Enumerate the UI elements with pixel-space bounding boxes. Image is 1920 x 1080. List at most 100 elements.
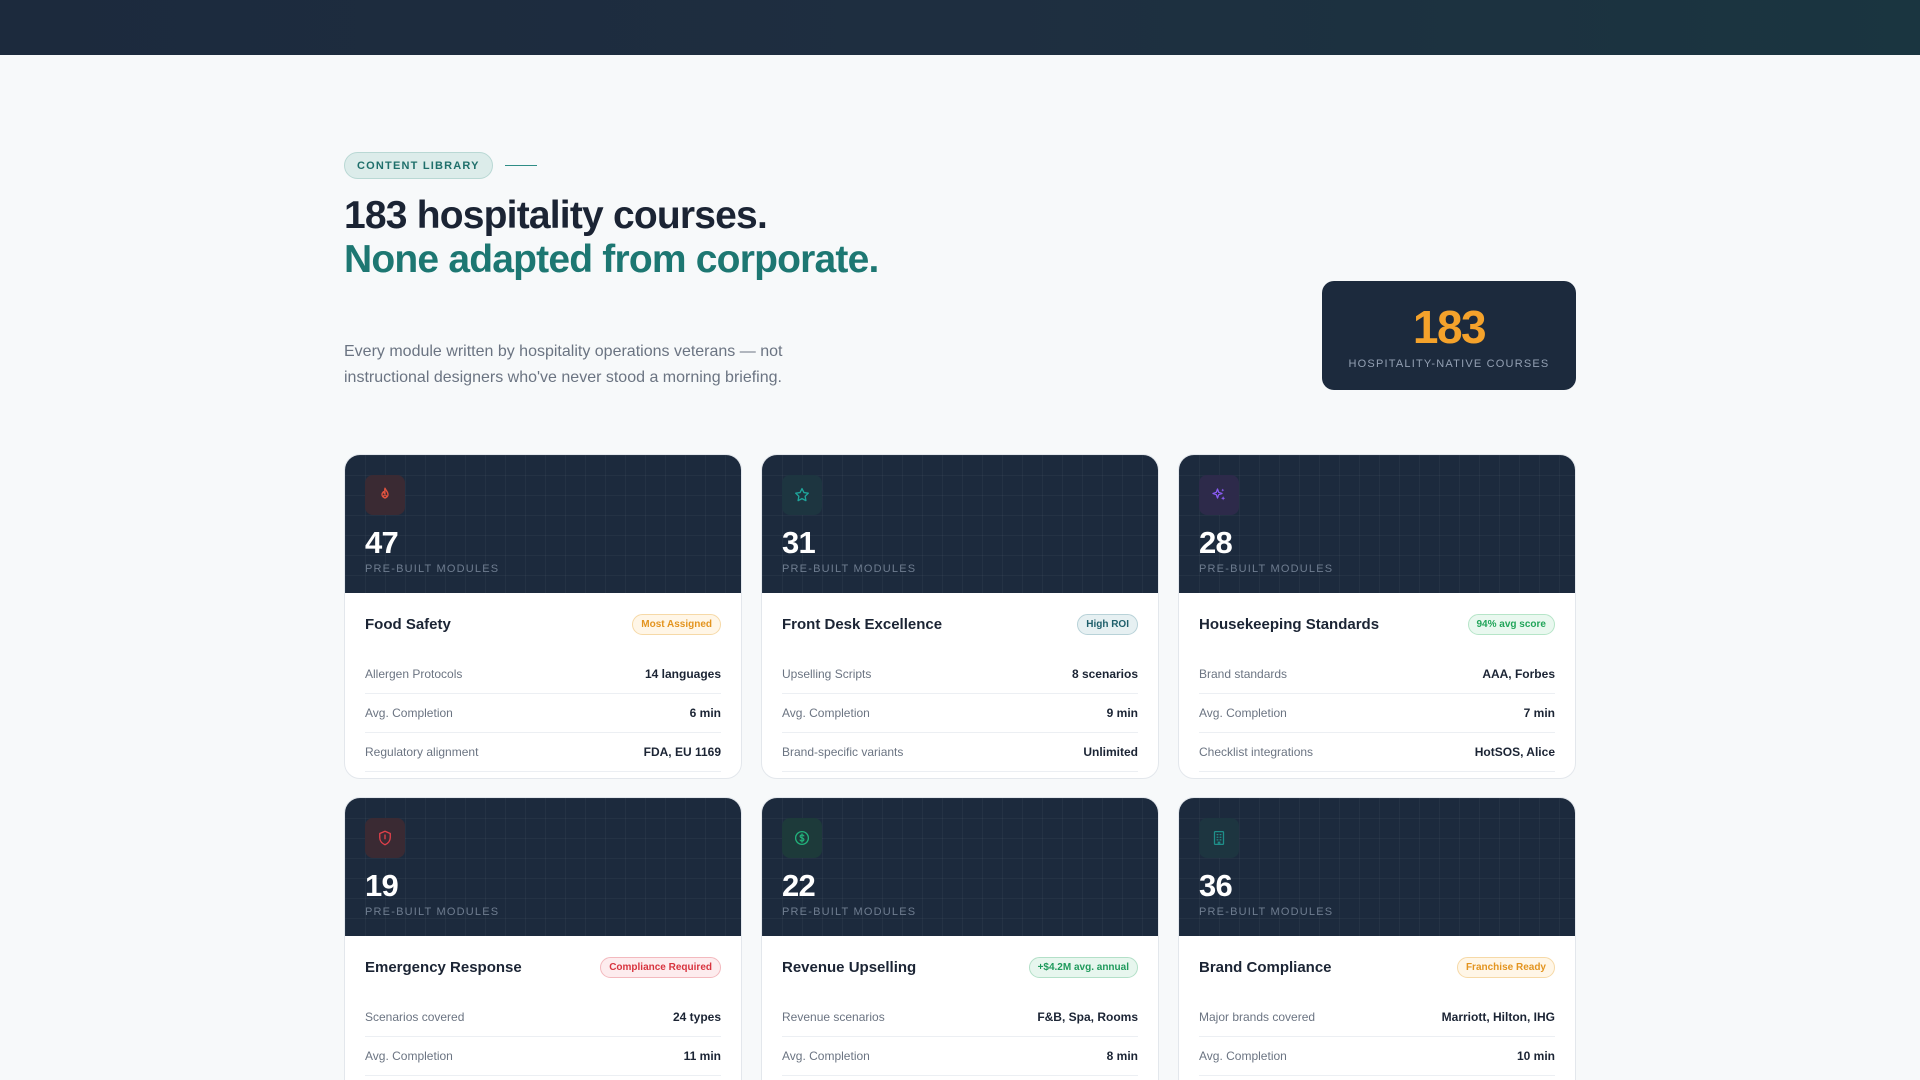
card-body: Revenue Upselling +$4.2M avg. annual Rev…: [762, 936, 1158, 1076]
card-body: Emergency Response Compliance Required S…: [345, 936, 741, 1076]
module-count: 22: [782, 868, 816, 903]
card-badge: Most Assigned: [632, 613, 721, 635]
card-title: Front Desk Excellence: [782, 615, 943, 633]
detail-label: Avg. Completion: [782, 706, 870, 720]
card-title: Brand Compliance: [1199, 958, 1332, 976]
module-count-label: PRE-BUILT MODULES: [782, 563, 917, 575]
detail-value: 11 min: [683, 1049, 721, 1063]
detail-value: 7 min: [1523, 706, 1555, 720]
detail-label: Avg. Completion: [1199, 1049, 1287, 1063]
card-header: 36 PRE-BUILT MODULES: [1179, 798, 1575, 936]
card-badge: 94% avg score: [1467, 613, 1555, 635]
module-count: 31: [782, 525, 816, 560]
detail-label: Brand standards: [1199, 667, 1288, 681]
card-detail-row: Brand-specific variants Unlimited: [782, 733, 1138, 772]
card-title: Food Safety: [365, 615, 451, 633]
course-card-front-desk-excellence[interactable]: 31 PRE-BUILT MODULES Front Desk Excellen…: [761, 454, 1159, 779]
module-count: 19: [365, 868, 399, 903]
card-badge: +$4.2M avg. annual: [1028, 956, 1138, 978]
card-header: 19 PRE-BUILT MODULES: [345, 798, 741, 936]
card-title: Revenue Upselling: [782, 958, 917, 976]
card-badge: Franchise Ready: [1456, 956, 1555, 978]
icon-tile: [365, 475, 405, 515]
course-card-housekeeping-standards[interactable]: 28 PRE-BUILT MODULES Housekeeping Standa…: [1178, 454, 1576, 779]
card-title-row: Brand Compliance Franchise Ready: [1199, 936, 1555, 998]
detail-label: Checklist integrations: [1199, 745, 1314, 759]
card-header: 47 PRE-BUILT MODULES: [345, 455, 741, 593]
detail-value: Unlimited: [1083, 745, 1138, 759]
stat-value: 183: [1412, 300, 1487, 353]
course-card-brand-compliance[interactable]: 36 PRE-BUILT MODULES Brand Compliance Fr…: [1178, 797, 1576, 1080]
course-card-revenue-upselling[interactable]: 22 PRE-BUILT MODULES Revenue Upselling +…: [761, 797, 1159, 1080]
course-category-grid: 47 PRE-BUILT MODULES Food Safety Most As…: [344, 454, 1576, 1080]
detail-label: Upselling Scripts: [782, 667, 872, 681]
detail-value: 14 languages: [644, 667, 721, 681]
icon-tile: [365, 818, 405, 858]
course-card-food-safety[interactable]: 47 PRE-BUILT MODULES Food Safety Most As…: [344, 454, 742, 779]
card-detail-row: Revenue scenarios F&B, Spa, Rooms: [782, 998, 1138, 1037]
card-body: Housekeeping Standards 94% avg score Bra…: [1179, 593, 1575, 772]
detail-label: Allergen Protocols: [365, 667, 463, 681]
card-header: 28 PRE-BUILT MODULES: [1179, 455, 1575, 593]
card-detail-row: Avg. Completion 8 min: [782, 1037, 1138, 1076]
module-count-label: PRE-BUILT MODULES: [365, 906, 500, 918]
dollar-icon: [794, 830, 810, 846]
detail-label: Brand-specific variants: [782, 745, 904, 759]
detail-label: Regulatory alignment: [365, 745, 479, 759]
module-count-label: PRE-BUILT MODULES: [1199, 563, 1334, 575]
module-count-label: PRE-BUILT MODULES: [365, 563, 500, 575]
course-card-emergency-response[interactable]: 19 PRE-BUILT MODULES Emergency Response …: [344, 797, 742, 1080]
detail-value: HotSOS, Alice: [1474, 745, 1555, 759]
card-body: Brand Compliance Franchise Ready Major b…: [1179, 936, 1575, 1076]
total-courses-stat: 183 HOSPITALITY-NATIVE COURSES: [1322, 281, 1576, 390]
card-detail-row: Allergen Protocols 14 languages: [365, 655, 721, 694]
card-detail-row: Avg. Completion 6 min: [365, 694, 721, 733]
module-count-label: PRE-BUILT MODULES: [782, 906, 917, 918]
shield-icon: [379, 830, 391, 846]
detail-label: Avg. Completion: [365, 706, 453, 720]
detail-value: F&B, Spa, Rooms: [1037, 1010, 1138, 1024]
card-detail-row: Avg. Completion 7 min: [1199, 694, 1555, 733]
detail-label: Scenarios covered: [365, 1010, 465, 1024]
module-count: 28: [1199, 525, 1233, 560]
section-eyebrow: CONTENT LIBRARY: [344, 152, 537, 179]
card-title-row: Housekeeping Standards 94% avg score: [1199, 593, 1555, 655]
card-title-row: Food Safety Most Assigned: [365, 593, 721, 655]
detail-value: AAA, Forbes: [1482, 667, 1555, 681]
card-header: 22 PRE-BUILT MODULES: [762, 798, 1158, 936]
card-title-row: Front Desk Excellence High ROI: [782, 593, 1138, 655]
detail-value: 9 min: [1106, 706, 1138, 720]
star-icon: [795, 487, 809, 502]
card-detail-row: Regulatory alignment FDA, EU 1169: [365, 733, 721, 772]
top-navigation-bar: [0, 0, 1920, 55]
headline-line-1: 183 hospitality courses.: [344, 194, 768, 237]
detail-value: Marriott, Hilton, IHG: [1441, 1010, 1555, 1024]
card-detail-row: Upselling Scripts 8 scenarios: [782, 655, 1138, 694]
card-badge: High ROI: [1077, 613, 1138, 635]
card-body: Food Safety Most Assigned Allergen Proto…: [345, 593, 741, 772]
detail-value: 8 min: [1106, 1049, 1138, 1063]
module-count: 47: [365, 525, 399, 560]
detail-value: 8 scenarios: [1071, 667, 1138, 681]
page-headline: 183 hospitality courses. None adapted fr…: [344, 194, 904, 282]
detail-label: Revenue scenarios: [782, 1010, 885, 1024]
detail-value: FDA, EU 1169: [643, 745, 721, 759]
icon-tile: [1199, 475, 1239, 515]
card-title-row: Revenue Upselling +$4.2M avg. annual: [782, 936, 1138, 998]
card-detail-row: Avg. Completion 9 min: [782, 694, 1138, 733]
sparkle-icon: [1212, 488, 1226, 501]
flame-icon: [381, 487, 389, 499]
card-badge: Compliance Required: [600, 956, 721, 978]
building-icon: [1213, 830, 1225, 846]
module-count: 36: [1199, 868, 1233, 903]
card-detail-row: Scenarios covered 24 types: [365, 998, 721, 1037]
card-detail-row: Avg. Completion 11 min: [365, 1037, 721, 1076]
card-title: Housekeeping Standards: [1199, 615, 1380, 633]
detail-label: Major brands covered: [1199, 1010, 1316, 1024]
icon-tile: [782, 475, 822, 515]
card-detail-row: Brand standards AAA, Forbes: [1199, 655, 1555, 694]
card-title-row: Emergency Response Compliance Required: [365, 936, 721, 998]
detail-value: 6 min: [689, 706, 721, 720]
icon-tile: [782, 818, 822, 858]
card-detail-row: Checklist integrations HotSOS, Alice: [1199, 733, 1555, 772]
